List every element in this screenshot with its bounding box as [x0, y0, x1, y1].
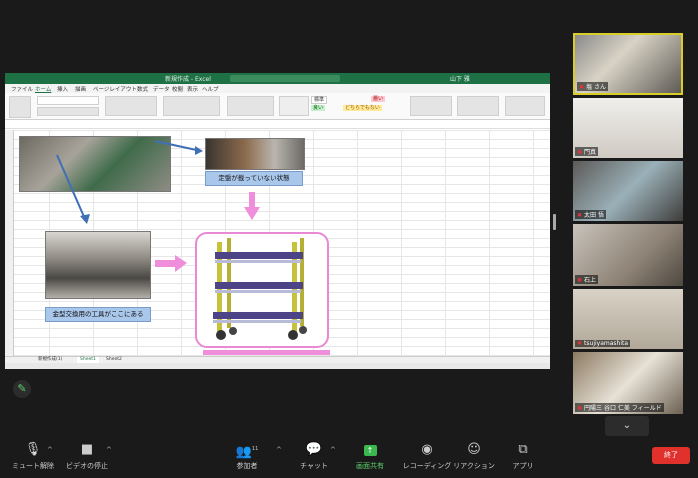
mic-muted-icon: ✖ [579, 84, 585, 91]
arrow-pink-right-body [155, 260, 175, 267]
audio-options-chevron-icon[interactable]: ^ [47, 446, 53, 454]
mic-muted-icon: ✖ [577, 277, 583, 284]
record-button[interactable]: ◉ レコーディング [402, 442, 452, 471]
cart-illustration [213, 238, 307, 340]
record-icon: ◉ [421, 442, 433, 457]
stop-video-button[interactable]: ■ ビデオの停止 [62, 442, 112, 471]
participant-tile-2[interactable]: ✖ 太田 悟 [573, 161, 683, 221]
participants-options-chevron-icon[interactable]: ^ [276, 446, 282, 454]
reaction-smiley-icon: ☺ [467, 442, 481, 457]
arrow-pink-right-head [175, 255, 187, 272]
video-camera-icon: ■ [80, 442, 94, 457]
chat-bubble-icon: 💬 [305, 442, 323, 457]
mic-muted-icon: ✖ [577, 149, 583, 156]
meeting-toolbar: 🎙 ミュート解除 ^ ■ ビデオの停止 ^ 👥11 参加者 ^ 💬 チャット ^… [0, 436, 698, 478]
participant-name: ✖ 円陽三 谷口 仁美 フィールド [575, 403, 664, 412]
gallery-next-chevron-icon[interactable]: ⌄ [605, 416, 649, 436]
reactions-button[interactable]: ☺ リアクション [452, 442, 496, 471]
participant-name: ✖ tsujiyamashita [575, 340, 631, 347]
annotate-pen-icon[interactable]: ✎ [13, 380, 31, 398]
participant-name: ✖ 太田 悟 [575, 210, 606, 219]
participant-tile-4[interactable]: ✖ tsujiyamashita [573, 289, 683, 349]
status-bar [5, 363, 550, 369]
video-options-chevron-icon[interactable]: ^ [106, 446, 112, 454]
participant-tile-5[interactable]: ✖ 円陽三 谷口 仁美 フィールド [573, 352, 683, 414]
arrow-head-right [195, 146, 203, 155]
participant-tile-1[interactable]: ✖ 門真 [573, 98, 683, 158]
participant-tile-0[interactable]: ✖ 塩 さん [573, 33, 683, 95]
pink-bar [203, 350, 330, 355]
shared-screen: 新規作成 - Excel 山下 雅 ファイル ホーム 挿入 描画 ページレイアウ… [5, 73, 550, 369]
share-screen-button[interactable]: ↑ 画面共有 [348, 442, 392, 471]
mic-muted-icon: ✖ [577, 405, 583, 412]
participants-button[interactable]: 👥11 参加者 [226, 442, 268, 471]
resize-handle[interactable] [553, 214, 556, 230]
end-meeting-button[interactable]: 終了 [652, 447, 690, 464]
arrow-head-down [80, 214, 90, 224]
chat-button[interactable]: 💬 チャット [294, 442, 334, 471]
apps-icon: ⧉ [518, 442, 528, 457]
mic-muted-icon: ✖ [577, 212, 583, 219]
apps-button[interactable]: ⧉ アプリ [508, 442, 538, 471]
arrow-pink-down-body [249, 192, 255, 207]
participant-tile-3[interactable]: ✖ 石上 [573, 224, 683, 286]
arrow-right-blue [154, 140, 202, 152]
participant-name: ✖ 門真 [575, 147, 599, 156]
participant-name: ✖ 石上 [575, 275, 599, 284]
participants-icon: 👥11 [235, 444, 259, 460]
share-screen-icon: ↑ [348, 442, 392, 458]
arrow-pink-down-head [244, 207, 260, 220]
cart-image-frame [195, 232, 329, 348]
participant-name: ✖ 塩 さん [577, 82, 608, 91]
mic-muted-icon: ✖ [577, 340, 583, 347]
chat-options-chevron-icon[interactable]: ^ [330, 446, 336, 454]
arrow-down-blue [56, 154, 86, 220]
